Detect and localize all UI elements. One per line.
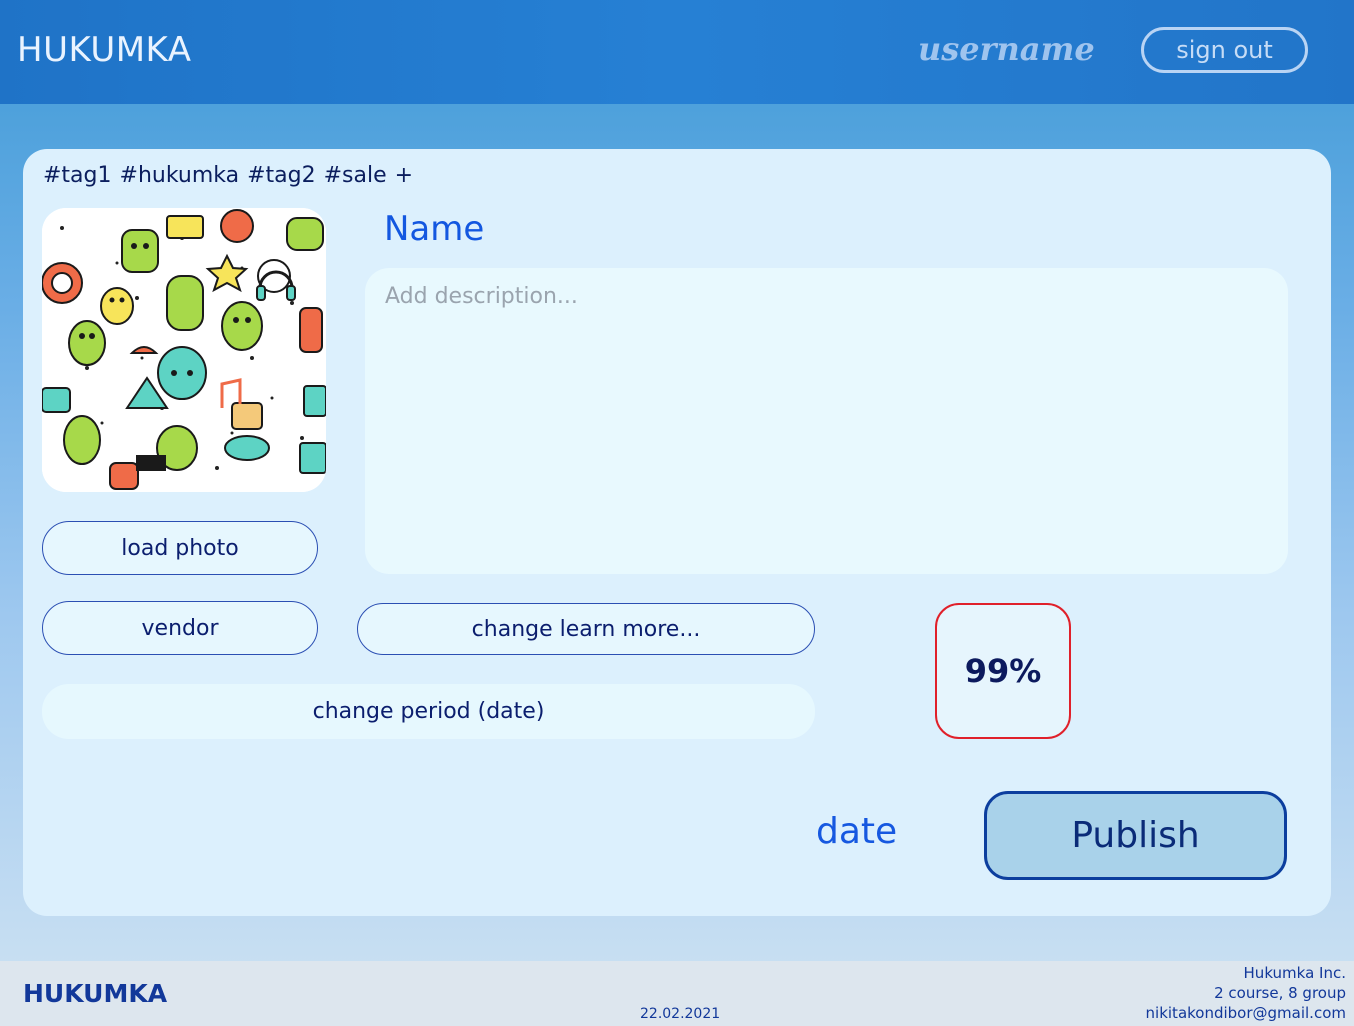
tag-item[interactable]: #hukumka bbox=[120, 163, 240, 188]
footer-email[interactable]: nikitakondibor@gmail.com bbox=[1146, 1003, 1346, 1023]
footer-group: 2 course, 8 group bbox=[1214, 984, 1346, 1002]
footer-brand: HUKUMKA bbox=[23, 979, 168, 1008]
publish-button[interactable]: Publish bbox=[984, 791, 1287, 880]
vendor-button[interactable]: vendor bbox=[42, 601, 318, 655]
top-bar: HUKUMKA username sign out bbox=[0, 0, 1354, 104]
sign-out-button[interactable]: sign out bbox=[1141, 27, 1308, 73]
doodle-pattern-image bbox=[42, 208, 326, 492]
brand-logo[interactable]: HUKUMKA bbox=[17, 30, 192, 70]
footer: HUKUMKA 22.02.2021 Hukumka Inc. 2 course… bbox=[0, 961, 1354, 1026]
tag-item[interactable]: #tag1 bbox=[43, 163, 112, 188]
add-tag-button[interactable]: + bbox=[395, 163, 413, 188]
description-input[interactable] bbox=[365, 268, 1288, 574]
tag-list: #tag1 #hukumka #tag2 #sale + bbox=[43, 163, 413, 188]
date-label: date bbox=[816, 811, 898, 852]
change-period-button[interactable]: change period (date) bbox=[42, 684, 815, 739]
footer-info: Hukumka Inc. 2 course, 8 group nikitakon… bbox=[1146, 963, 1346, 1023]
footer-date: 22.02.2021 bbox=[640, 1006, 721, 1022]
username-label[interactable]: username bbox=[918, 30, 1095, 68]
tag-item[interactable]: #tag2 bbox=[247, 163, 316, 188]
percent-badge: 99% bbox=[935, 603, 1071, 739]
tag-item[interactable]: #sale bbox=[324, 163, 387, 188]
product-name-title[interactable]: Name bbox=[384, 209, 484, 249]
footer-company: Hukumka Inc. bbox=[1243, 964, 1346, 982]
load-photo-button[interactable]: load photo bbox=[42, 521, 318, 575]
product-photo bbox=[42, 208, 326, 492]
product-card: #tag1 #hukumka #tag2 #sale + load photo … bbox=[23, 149, 1331, 916]
change-learn-more-button[interactable]: change learn more... bbox=[357, 603, 815, 655]
